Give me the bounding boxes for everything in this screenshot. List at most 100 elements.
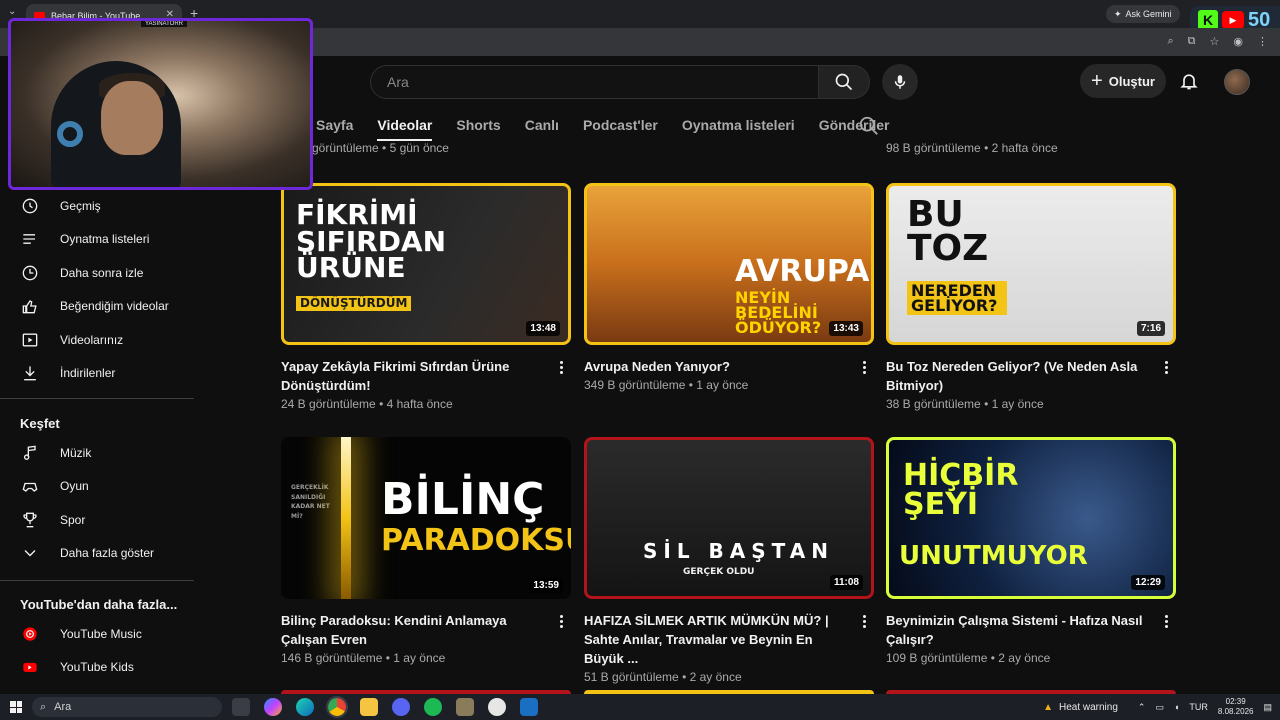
more-actions-icon[interactable] [858, 611, 870, 631]
windows-taskbar: ⌕ Ara ▲ Heat warning ⌃ ▭ ◖ TUR 02:39 8.0… [0, 694, 1280, 720]
notifications-icon[interactable]: ▤ [1263, 702, 1272, 713]
sidebar-item-history[interactable]: Geçmiş [20, 194, 101, 218]
video-card[interactable]: AVRUPA NEYİN BEDELİNİ ÖDÜYOR? 13:43 Avrupa … [584, 183, 874, 392]
search-icon [835, 73, 853, 91]
taskbar-search-input[interactable]: ⌕ Ara [32, 697, 222, 717]
sidebar-item-your-videos[interactable]: Videolarınız [20, 328, 123, 352]
video-duration: 13:59 [529, 578, 563, 593]
task-view-icon[interactable] [232, 698, 250, 716]
tab-canlı[interactable]: Canlı [525, 115, 559, 137]
spotify-icon[interactable] [424, 698, 442, 716]
tab-sayfa[interactable]: Sayfa [316, 115, 353, 137]
thumbnail-subheadline: GERÇEK OLDU [683, 567, 755, 577]
sidebar-item-like[interactable]: Beğendiğim videolar [20, 294, 169, 318]
sidebar-item-youtube-kids[interactable]: YouTube Kids [20, 655, 134, 679]
zoom-icon[interactable]: ⌕ [1167, 35, 1173, 48]
app-window-icon[interactable] [520, 698, 538, 716]
tab-search-menu-icon[interactable]: ⌄ [8, 6, 16, 17]
app-icon[interactable] [456, 698, 474, 716]
video-duration: 13:43 [829, 321, 863, 336]
install-app-icon[interactable]: ⧉ [1188, 35, 1196, 48]
sidebar-item-label: Videolarınız [60, 332, 124, 347]
sidebar-item-youtube-music[interactable]: YouTube Music [20, 622, 142, 646]
windows-start-icon[interactable] [10, 701, 22, 713]
sidebar-item-download[interactable]: İndirilenler [20, 361, 115, 385]
bookmark-star-icon[interactable]: ☆ [1210, 35, 1220, 48]
sidebar-item-music[interactable]: Müzik [20, 441, 91, 465]
tab-videolar[interactable]: Videolar [377, 115, 432, 137]
video-title[interactable]: Yapay Zekâyla Fikrimi Sıfırdan Ürüne Dön… [281, 357, 549, 395]
tab-shorts[interactable]: Shorts [456, 115, 500, 137]
video-title[interactable]: Bu Toz Nereden Geliyor? (Ve Neden Asla B… [886, 357, 1154, 395]
video-title[interactable]: Bilinç Paradoksu: Kendini Anlamaya Çalış… [281, 611, 549, 649]
tab-podcast-ler[interactable]: Podcast'ler [583, 115, 658, 137]
ask-gemini-label: Ask Gemini [1125, 9, 1172, 19]
clock-date: 8.08.2026 [1217, 707, 1254, 716]
copilot-icon[interactable] [264, 698, 282, 716]
video-thumbnail[interactable]: AVRUPA NEYİN BEDELİNİ ÖDÜYOR? 13:43 [584, 183, 874, 345]
thumbnail-headline: AVRUPA [735, 254, 870, 289]
more-actions-icon[interactable] [555, 611, 567, 631]
address-bar-actions: ⌕ ⧉ ☆ ◉ ⋮ [1167, 35, 1268, 48]
sidebar-item-watch-later[interactable]: Daha sonra izle [20, 261, 143, 285]
warning-icon: ▲ [1043, 701, 1053, 713]
video-card[interactable]: BU TOZ NEREDEN GELİYOR? 7:16 Bu Toz Nereden… [886, 183, 1176, 411]
search-button[interactable] [818, 65, 870, 99]
search-input[interactable]: Ara [370, 65, 818, 99]
create-button[interactable]: + Oluştur [1080, 64, 1166, 98]
tab-oynatma-listeleri[interactable]: Oynatma listeleri [682, 115, 795, 137]
clock[interactable]: 02:39 8.08.2026 [1218, 697, 1254, 717]
browser-menu-icon[interactable]: ⋮ [1257, 35, 1268, 48]
sidebar-item-trophy[interactable]: Spor [20, 508, 85, 532]
video-thumbnail[interactable]: HİÇBİR ŞEYİ UNUTMUYOR 12:29 [886, 437, 1176, 599]
voice-search-button[interactable] [882, 64, 918, 100]
plus-icon: + [1091, 70, 1103, 92]
chrome-icon[interactable] [326, 696, 348, 718]
sidebar-item-label: YouTube Music [60, 627, 142, 641]
more-actions-icon[interactable] [1160, 611, 1172, 631]
sidebar-item-label: Oynatma listeleri [60, 232, 150, 247]
sidebar-item-gaming[interactable]: Oyun [20, 474, 89, 498]
thumbnail-headline: BU TOZ [907, 194, 989, 270]
more-actions-icon[interactable] [858, 357, 870, 377]
gaming-icon [22, 483, 38, 493]
edge-icon[interactable] [296, 698, 314, 716]
thumbnail-headline: SİL BAŞTAN [643, 539, 834, 563]
ask-gemini-button[interactable]: ✦ Ask Gemini [1106, 5, 1180, 23]
channel-search-icon[interactable] [858, 115, 880, 137]
file-explorer-icon[interactable] [360, 698, 378, 716]
weather-widget[interactable]: ▲ Heat warning [1043, 702, 1118, 713]
microphone-icon [894, 75, 906, 89]
profile-icon[interactable]: ◉ [1233, 35, 1243, 48]
more-actions-icon[interactable] [555, 357, 567, 377]
video-thumbnail[interactable]: BİLİNÇ PARADOKSU GERÇEKLİK SANILDIĞI KADAR… [281, 437, 571, 599]
video-thumbnail[interactable]: SİL BAŞTAN GERÇEK OLDU 11:08 [584, 437, 874, 599]
video-card[interactable]: HİÇBİR ŞEYİ UNUTMUYOR 12:29 Beynimizin Çalı… [886, 437, 1176, 665]
gemini-spark-icon: ✦ [1114, 8, 1122, 19]
video-title[interactable]: HAFIZA SİLMEK ARTIK MÜMKÜN MÜ? | Sahte A… [584, 611, 852, 668]
video-card[interactable]: BİLİNÇ PARADOKSU GERÇEKLİK SANILDIĞI KADAR… [281, 437, 571, 665]
account-avatar[interactable] [1224, 69, 1250, 95]
video-thumbnail[interactable]: FİKRİMİ SIFIRDAN ÜRÜNE DÖNÜŞTÜRDÜM 13:48 [281, 183, 571, 345]
discord-icon[interactable] [392, 698, 410, 716]
video-title[interactable]: Avrupa Neden Yanıyor? [584, 357, 852, 376]
prev-video-meta-left: görüntüleme • 5 gün önce [312, 141, 449, 155]
volume-icon[interactable]: ◖ [1174, 702, 1179, 712]
sidebar-item-label: Oyun [60, 479, 89, 494]
language-indicator[interactable]: TUR [1189, 702, 1208, 712]
sidebar-item-playlists[interactable]: Oynatma listeleri [20, 227, 149, 251]
network-icon[interactable]: ▭ [1155, 702, 1164, 713]
video-card[interactable]: FİKRİMİ SIFIRDAN ÜRÜNE DÖNÜŞTÜRDÜM 13:48 Ya… [281, 183, 571, 411]
more-actions-icon[interactable] [1160, 357, 1172, 377]
watch-later-icon [22, 265, 38, 281]
history-icon [22, 198, 38, 214]
video-thumbnail[interactable]: BU TOZ NEREDEN GELİYOR? 7:16 [886, 183, 1176, 345]
notifications-button[interactable] [1176, 68, 1202, 94]
trophy-icon [23, 512, 37, 528]
chevron-up-icon[interactable]: ⌃ [1138, 702, 1146, 713]
sidebar-item-chevron-down[interactable]: Daha fazla göster [20, 541, 154, 565]
video-title[interactable]: Beynimizin Çalışma Sistemi - Hafıza Nası… [886, 611, 1154, 649]
thumbnail-subheadline: PARADOKSU [381, 523, 571, 558]
video-card[interactable]: SİL BAŞTAN GERÇEK OLDU 11:08 HAFIZA SİLMEK … [584, 437, 874, 684]
obs-icon[interactable] [488, 698, 506, 716]
